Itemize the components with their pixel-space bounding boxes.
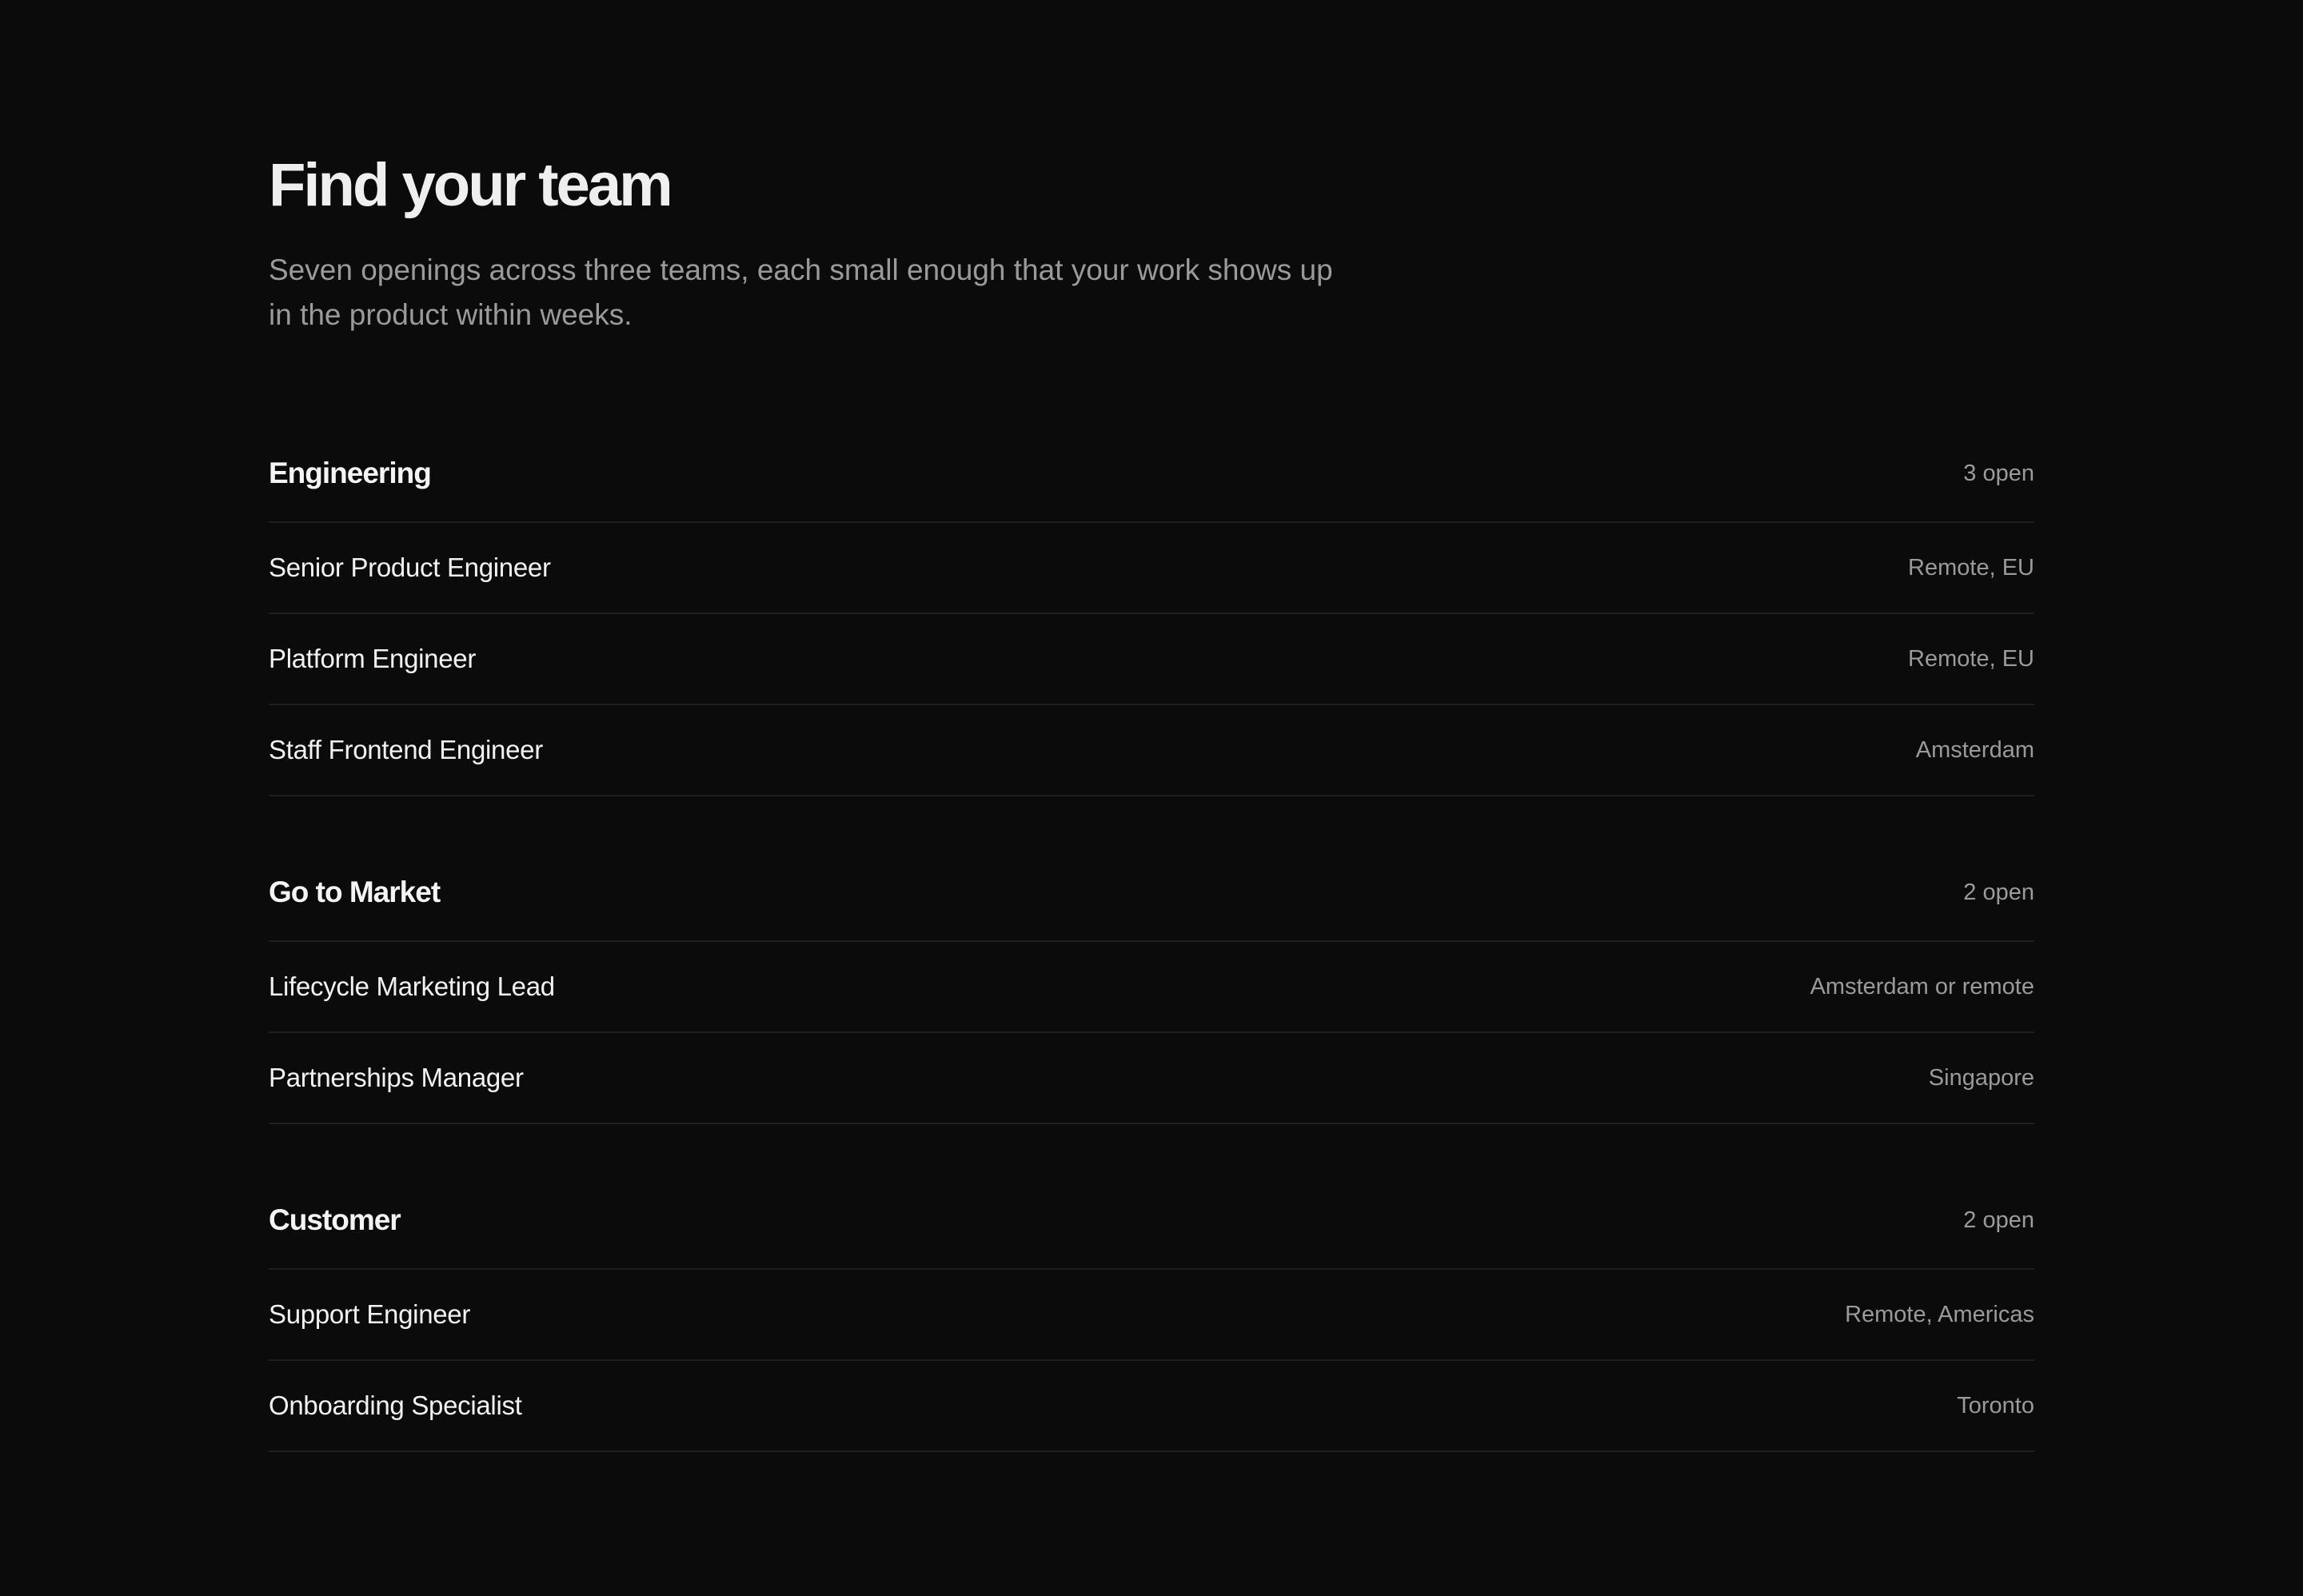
job-location: Toronto bbox=[1957, 1392, 2034, 1418]
job-row[interactable]: Partnerships Manager Singapore bbox=[269, 1033, 2034, 1124]
careers-content: Find your team Seven openings across thr… bbox=[269, 149, 2034, 1505]
page-title: Find your team bbox=[269, 151, 673, 219]
job-title: Staff Frontend Engineer bbox=[269, 735, 543, 764]
job-title: Platform Engineer bbox=[269, 644, 477, 673]
team-header: Go to Market 2 open bbox=[269, 849, 2034, 942]
job-title: Partnerships Manager bbox=[269, 1063, 524, 1092]
job-title: Senior Product Engineer bbox=[269, 553, 551, 582]
team-name: Customer bbox=[269, 1203, 401, 1236]
job-title: Lifecycle Marketing Lead bbox=[269, 972, 555, 1001]
job-location: Amsterdam or remote bbox=[1810, 973, 2034, 999]
job-title: Support Engineer bbox=[269, 1299, 471, 1329]
team-list: Engineering 3 open Senior Product Engine… bbox=[269, 430, 2034, 1452]
job-location: Remote, EU bbox=[1908, 554, 2034, 581]
job-row[interactable]: Onboarding Specialist Toronto bbox=[269, 1361, 2034, 1452]
job-location: Amsterdam bbox=[1915, 736, 2034, 763]
team-name: Engineering bbox=[269, 457, 432, 489]
team-engineering: Engineering 3 open Senior Product Engine… bbox=[269, 430, 2034, 796]
page-subtitle: Seven openings across three teams, each … bbox=[269, 253, 1333, 331]
job-row[interactable]: Senior Product Engineer Remote, EU bbox=[269, 523, 2034, 614]
job-title: Onboarding Specialist bbox=[269, 1391, 522, 1420]
job-location: Remote, EU bbox=[1908, 645, 2034, 672]
team-go-to-market: Go to Market 2 open Lifecycle Marketing … bbox=[269, 849, 2034, 1124]
careers-page: Find your team Seven openings across thr… bbox=[0, 0, 2303, 1596]
team-open-count: 2 open bbox=[1963, 1207, 2034, 1233]
job-location: Remote, Americas bbox=[1845, 1301, 2034, 1327]
team-header: Customer 2 open bbox=[269, 1177, 2034, 1270]
team-header: Engineering 3 open bbox=[269, 430, 2034, 523]
team-customer: Customer 2 open Support Engineer Remote,… bbox=[269, 1177, 2034, 1452]
job-row[interactable]: Platform Engineer Remote, EU bbox=[269, 614, 2034, 705]
team-open-count: 2 open bbox=[1963, 879, 2034, 905]
job-location: Singapore bbox=[1928, 1064, 2034, 1091]
job-row[interactable]: Lifecycle Marketing Lead Amsterdam or re… bbox=[269, 942, 2034, 1033]
team-open-count: 3 open bbox=[1963, 460, 2034, 486]
team-name: Go to Market bbox=[269, 876, 441, 908]
job-row[interactable]: Staff Frontend Engineer Amsterdam bbox=[269, 705, 2034, 796]
job-row[interactable]: Support Engineer Remote, Americas bbox=[269, 1270, 2034, 1361]
